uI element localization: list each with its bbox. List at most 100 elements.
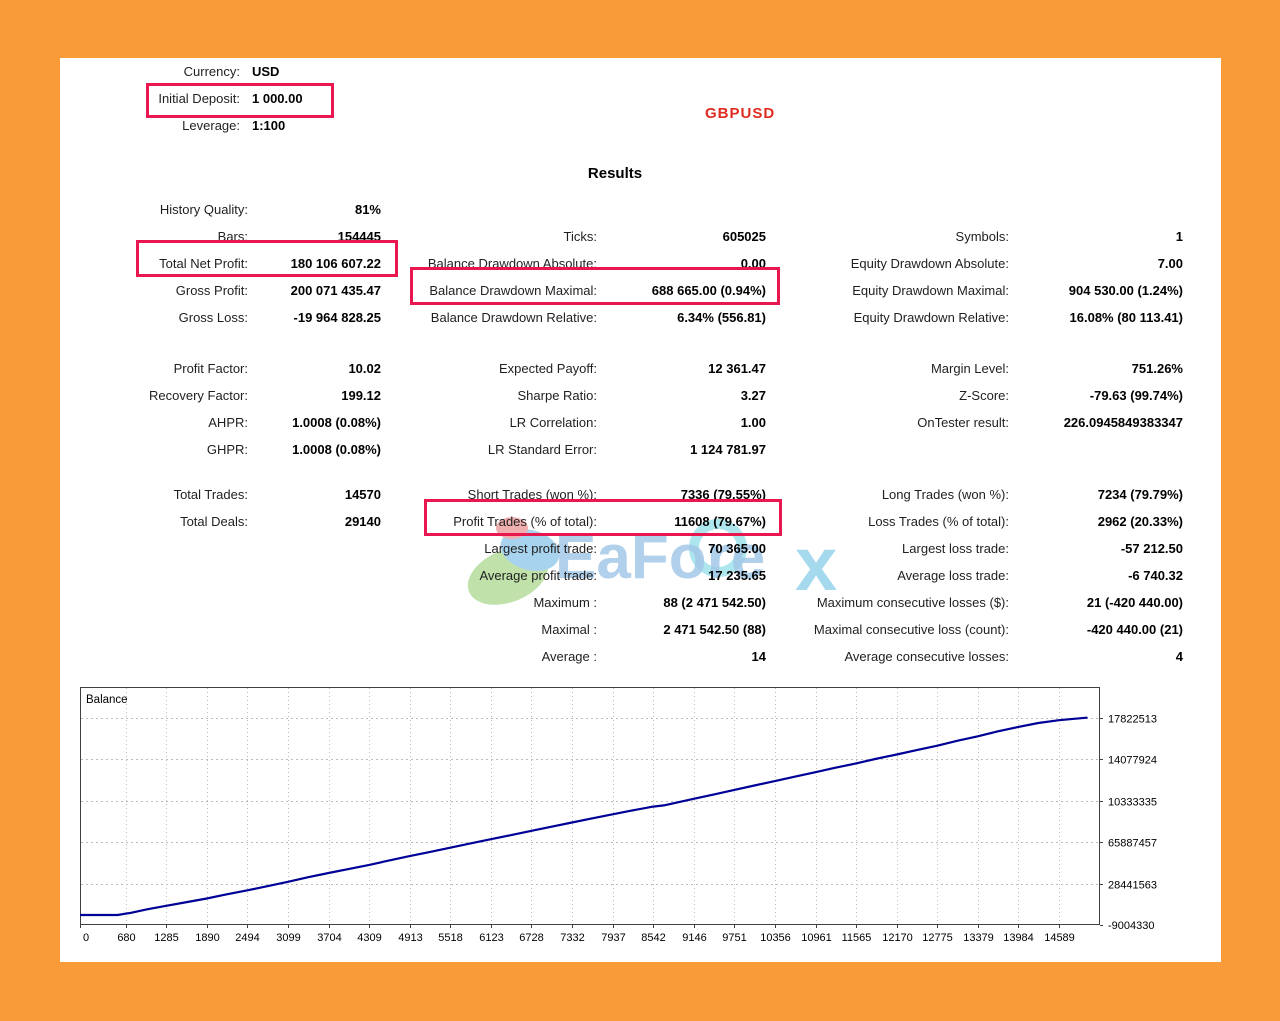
x-tick-label: 4309 — [357, 932, 381, 944]
x-tick-label: 13984 — [1003, 932, 1034, 944]
stat-value: 7234 (79.79%) — [1009, 487, 1183, 502]
stat-label: Average profit trade: — [390, 568, 597, 583]
stat-value: 11608 (79.67%) — [597, 514, 766, 529]
stat-label: Equity Drawdown Maximal: — [775, 283, 1009, 298]
x-tick-label: 12170 — [882, 932, 913, 944]
stat-value: 154445 — [248, 229, 381, 244]
stat-label: Profit Factor: — [80, 361, 248, 376]
x-tick-label: 3704 — [317, 932, 341, 944]
stat-label: LR Standard Error: — [390, 442, 597, 457]
x-tick-label: 0 — [83, 932, 89, 944]
balance-chart: 0 680 1285 1890 2494 3099 3704 4309 4913 5518 6123… — [80, 687, 1220, 962]
stat-value: 4 — [1009, 649, 1183, 664]
initial-deposit-value: 1 000.00 — [252, 91, 303, 106]
stat-value: 688 665.00 (0.94%) — [597, 283, 766, 298]
stat-value: 81% — [248, 202, 381, 217]
y-tick-label: -9004330 — [1108, 920, 1155, 932]
stat-value: 751.26% — [1009, 361, 1183, 376]
stat-value: -420 440.00 (21) — [1009, 622, 1183, 637]
x-tick-label: 9146 — [682, 932, 706, 944]
stat-label: OnTester result: — [775, 415, 1009, 430]
stat-label: Gross Profit: — [80, 283, 248, 298]
stat-value: 200 071 435.47 — [248, 283, 381, 298]
results-title: Results — [60, 165, 1170, 182]
stat-value: 0.00 — [597, 256, 766, 271]
stat-value: -6 740.32 — [1009, 568, 1183, 583]
stat-label: Profit Trades (% of total): — [390, 514, 597, 529]
x-tick-label: 11565 — [842, 932, 872, 944]
stat-value: 2962 (20.33%) — [1009, 514, 1183, 529]
stat-value: 12 361.47 — [597, 361, 766, 376]
stat-value: 14570 — [248, 487, 381, 502]
x-tick-label: 8542 — [641, 932, 665, 944]
chart-plot-area — [81, 688, 1100, 925]
initial-deposit-row: Initial Deposit: 1 000.00 — [80, 85, 303, 112]
stat-value: 88 (2 471 542.50) — [597, 595, 766, 610]
stat-label: Average loss trade: — [775, 568, 1009, 583]
stat-row: Maximal :2 471 542.50 (88)Maximal consec… — [80, 616, 1205, 643]
stat-label: Maximum : — [390, 595, 597, 610]
stat-label: Balance Drawdown Maximal: — [390, 283, 597, 298]
stat-label: Total Deals: — [80, 514, 248, 529]
stat-row: AHPR:1.0008 (0.08%)LR Correlation:1.00On… — [80, 409, 1205, 436]
stat-value: 6.34% (556.81) — [597, 310, 766, 325]
x-tick-label: 4913 — [398, 932, 422, 944]
stat-label: GHPR: — [80, 442, 248, 457]
stat-value: 904 530.00 (1.24%) — [1009, 283, 1183, 298]
currency-row: Currency: USD — [80, 58, 303, 85]
stat-label: Expected Payoff: — [390, 361, 597, 376]
stat-label: Maximal consecutive loss (count): — [775, 622, 1009, 637]
stat-label: Total Trades: — [80, 487, 248, 502]
x-tick-label: 6123 — [479, 932, 503, 944]
stat-label: LR Correlation: — [390, 415, 597, 430]
x-tick-label: 2494 — [235, 932, 259, 944]
stat-value: -57 212.50 — [1009, 541, 1183, 556]
stat-label: Balance Drawdown Relative: — [390, 310, 597, 325]
x-tick-label: 680 — [117, 932, 135, 944]
stat-row: Largest profit trade:70 365.00Largest lo… — [80, 535, 1205, 562]
stat-label: Symbols: — [775, 229, 1009, 244]
stat-row: Total Deals:29140 Profit Trades (% of tot… — [80, 508, 1205, 535]
stat-value: 14 — [597, 649, 766, 664]
stat-row: Total Trades:14570Short Trades (won %):7… — [80, 481, 1205, 508]
x-tick-label: 1285 — [154, 932, 178, 944]
chart-title: Balance — [86, 694, 128, 706]
stat-label: History Quality: — [80, 202, 248, 217]
stat-label: Long Trades (won %): — [775, 487, 1009, 502]
stat-value: 1.0008 (0.08%) — [248, 415, 381, 430]
x-tick-label: 3099 — [276, 932, 300, 944]
y-tick-label: 10333335 — [1108, 797, 1157, 809]
stat-label: Margin Level: — [775, 361, 1009, 376]
stat-label: Loss Trades (% of total): — [775, 514, 1009, 529]
stat-value: 7336 (79.55%) — [597, 487, 766, 502]
stat-row: Maximum :88 (2 471 542.50)Maximum consec… — [80, 589, 1205, 616]
x-tick-label: 10356 — [760, 932, 791, 944]
x-tick-label: 12775 — [922, 932, 953, 944]
stat-value: 1 124 781.97 — [597, 442, 766, 457]
stat-row: GHPR:1.0008 (0.08%)LR Standard Error:1 1… — [80, 436, 1205, 463]
x-tick-label: 10961 — [801, 932, 832, 944]
x-tick-label: 5518 — [438, 932, 462, 944]
stat-value: 16.08% (80 113.41) — [1009, 310, 1183, 325]
stat-row: Bars:154445Ticks:605025Symbols:1 — [80, 223, 1205, 250]
stat-value: 29140 — [248, 514, 381, 529]
stat-label: Equity Drawdown Absolute: — [775, 256, 1009, 271]
stat-value: 226.0945849383347 — [1009, 415, 1183, 430]
stat-value: -19 964 828.25 — [248, 310, 381, 325]
currency-label: Currency: — [80, 64, 240, 79]
stat-value: 21 (-420 440.00) — [1009, 595, 1183, 610]
stat-label: Total Net Profit: — [80, 256, 248, 271]
x-tick-label: 1890 — [195, 932, 219, 944]
stat-label: Z-Score: — [775, 388, 1009, 403]
leverage-row: Leverage: 1:100 — [80, 112, 303, 139]
stat-label: Balance Drawdown Absolute: — [390, 256, 597, 271]
stat-label: Recovery Factor: — [80, 388, 248, 403]
stat-value: 10.02 — [248, 361, 381, 376]
x-tick-label: 7332 — [560, 932, 584, 944]
stats-grid: History Quality:81% Bars:154445Ticks:6050… — [80, 196, 1205, 670]
stat-row: Gross Profit:200 071 435.47 Balance Drawd… — [80, 277, 1205, 304]
stat-label: Average : — [390, 649, 597, 664]
stat-value: 2 471 542.50 (88) — [597, 622, 766, 637]
stat-value: 17 235.65 — [597, 568, 766, 583]
y-tick-label: 28441563 — [1108, 880, 1157, 892]
